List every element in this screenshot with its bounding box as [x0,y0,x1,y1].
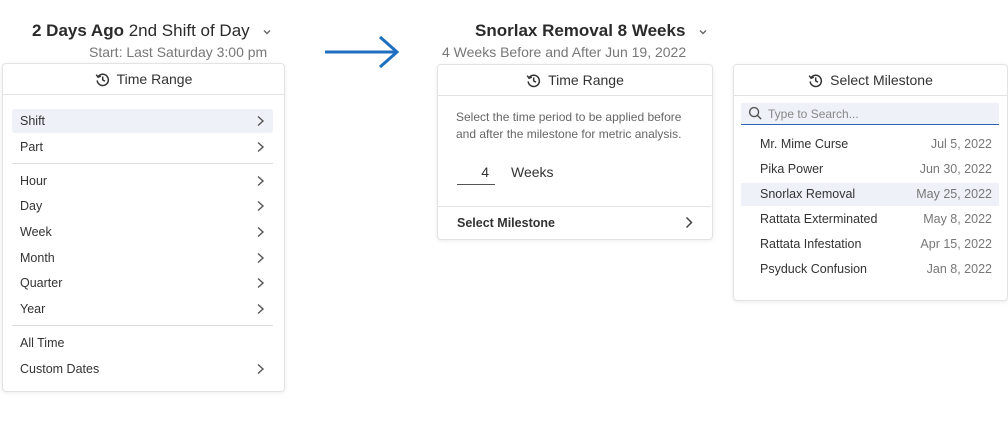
menu-item-label: All Time [20,336,65,350]
menu-item-custom-dates[interactable]: Custom Dates [12,357,273,381]
milestone-name: Rattata Infestation [760,237,862,251]
chevron-right-icon [256,226,265,241]
description-line: Select the time period to be applied bef… [456,110,682,124]
chevron-down-icon[interactable] [698,27,708,37]
milestone-row[interactable]: Mr. Mime Curse Jul 5, 2022 [741,133,999,156]
description-line: and after the milestone for metric analy… [456,127,682,141]
left-title-rest: 2nd Shift of Day [128,21,250,40]
menu-item-quarter[interactable]: Quarter [12,271,273,295]
menu-item-part[interactable]: Part [12,135,273,159]
weeks-unit-label: Weeks [511,164,554,180]
weeks-count-input[interactable]: 4 [457,159,495,185]
search-placeholder: Type to Search... [768,107,859,121]
right-arrow-icon [325,35,400,69]
milestone-date: May 25, 2022 [916,187,992,201]
time-range-panel-title: Time Range [116,71,193,87]
chevron-right-icon [256,115,265,130]
history-icon [808,74,823,87]
select-milestone-panel-header: Select Milestone [734,65,1007,96]
milestone-name: Mr. Mime Curse [760,137,849,151]
menu-item-week[interactable]: Week [12,220,273,244]
chevron-right-icon [256,363,265,378]
chevron-right-icon [256,175,265,190]
milestone-name: Snorlax Removal [760,187,856,201]
menu-item-year[interactable]: Year [12,297,273,321]
menu-item-label: Hour [20,174,48,188]
milestone-row[interactable]: Rattata Exterminated May 8, 2022 [741,208,999,231]
select-milestone-panel-title: Select Milestone [830,72,933,88]
chevron-right-icon [256,200,265,215]
menu-item-label: Day [20,199,43,213]
time-period-description: Select the time period to be applied bef… [456,109,681,143]
milestone-name: Psyduck Confusion [760,262,868,276]
history-icon [95,73,109,86]
menu-item-shift[interactable]: Shift [12,109,273,133]
menu-item-label: Custom Dates [20,362,100,376]
menu-item-label: Shift [20,114,46,128]
history-icon [526,74,541,87]
chevron-right-icon [256,141,265,156]
milestone-name: Rattata Exterminated [760,212,878,226]
menu-item-label: Part [20,140,43,154]
milestone-row[interactable]: Psyduck Confusion Jan 8, 2022 [741,258,999,281]
menu-item-label: Quarter [20,276,63,290]
divider [12,325,273,326]
milestone-name: Pika Power [760,162,824,176]
left-header-title[interactable]: 2 Days Ago 2nd Shift of Day [32,21,272,41]
menu-item-label: Week [20,225,52,239]
search-icon [748,106,762,120]
menu-item-label: Year [20,302,46,316]
time-range-panel-title: Time Range [548,72,624,88]
menu-item-day[interactable]: Day [12,194,273,218]
milestone-date: Jun 30, 2022 [919,162,992,176]
divider [12,163,273,164]
select-milestone-row[interactable]: Select Milestone [438,207,711,237]
milestone-search-input[interactable]: Type to Search... [741,103,999,125]
milestone-date: Apr 15, 2022 [920,237,992,251]
chevron-right-icon [256,303,265,318]
left-title-bold: 2 Days Ago [32,21,124,40]
chevron-right-icon [256,252,265,267]
select-milestone-label: Select Milestone [457,216,555,230]
menu-item-hour[interactable]: Hour [12,169,273,193]
chevron-right-icon [256,277,265,292]
middle-header-title[interactable]: Snorlax Removal 8 Weeks [475,21,708,41]
milestone-row[interactable]: Snorlax Removal May 25, 2022 [741,183,999,206]
milestone-date: Jul 5, 2022 [930,137,992,151]
left-header-subtitle: Start: Last Saturday 3:00 pm [89,44,268,60]
menu-item-label: Month [20,251,55,265]
milestone-date: May 8, 2022 [923,212,992,226]
middle-header-subtitle: 4 Weeks Before and After Jun 19, 2022 [442,44,687,60]
milestone-row[interactable]: Pika Power Jun 30, 2022 [741,158,999,181]
milestone-date: Jan 8, 2022 [926,262,992,276]
chevron-down-icon[interactable] [262,27,272,37]
milestone-row[interactable]: Rattata Infestation Apr 15, 2022 [741,233,999,256]
time-range-panel-header: Time Range [438,65,712,96]
chevron-right-icon [685,216,693,229]
middle-title-text: Snorlax Removal 8 Weeks [475,21,686,40]
menu-item-all-time[interactable]: All Time [12,331,273,355]
menu-item-month[interactable]: Month [12,246,273,270]
time-range-panel-header: Time Range [3,64,284,95]
